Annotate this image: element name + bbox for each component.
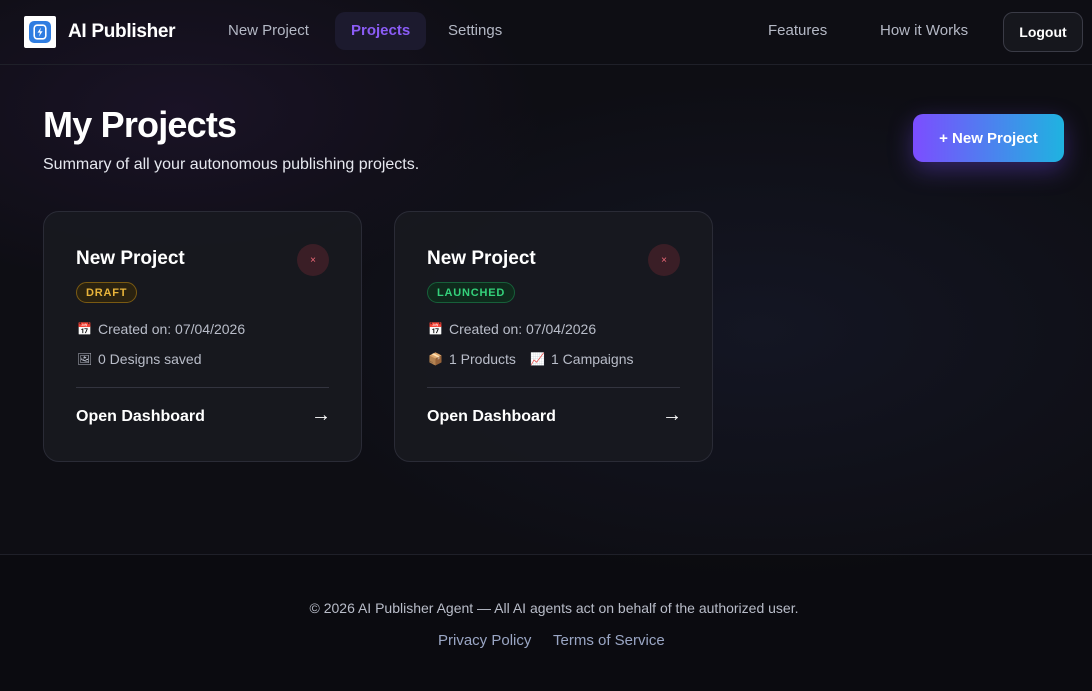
brand-name[interactable]: AI Publisher <box>68 21 176 43</box>
logout-button[interactable]: Logout <box>1003 12 1083 52</box>
open-dashboard-link[interactable]: Open Dashboard <box>76 408 205 426</box>
image-icon: 🖼 <box>77 352 93 366</box>
calendar-icon: 📅 <box>428 322 443 336</box>
open-dashboard-link[interactable]: Open Dashboard <box>427 408 556 426</box>
top-navbar: AI Publisher New Project Projects Settin… <box>0 0 1092 65</box>
designs-stat: 🖼 0 Designs saved <box>77 351 202 367</box>
delete-project-button[interactable]: × <box>648 244 680 276</box>
logo[interactable] <box>24 16 56 48</box>
delete-project-button[interactable]: × <box>297 244 329 276</box>
footer: © 2026 AI Publisher Agent — All AI agent… <box>0 554 1092 691</box>
campaigns-stat-text: 1 Campaigns <box>551 351 634 367</box>
page: AI Publisher New Project Projects Settin… <box>0 0 1092 691</box>
created-date: 📅 Created on: 07/04/2026 <box>77 321 245 337</box>
new-project-button[interactable]: + New Project <box>913 114 1064 162</box>
page-subtitle: Summary of all your autonomous publishin… <box>43 156 420 173</box>
terms-of-service-link[interactable]: Terms of Service <box>553 632 665 649</box>
copyright-text: © 2026 AI Publisher Agent — All AI agent… <box>309 600 799 616</box>
page-title: My Projects <box>43 104 237 145</box>
campaigns-stat: 📈 1 Campaigns <box>530 351 634 367</box>
created-date-text: Created on: 07/04/2026 <box>449 321 597 337</box>
created-date: 📅 Created on: 07/04/2026 <box>428 321 596 337</box>
created-date-text: Created on: 07/04/2026 <box>98 321 246 337</box>
nav-features[interactable]: Features <box>752 12 843 50</box>
arrow-right-icon[interactable]: → <box>662 404 682 427</box>
project-name: New Project <box>427 248 536 269</box>
status-badge: LAUNCHED <box>427 282 516 303</box>
products-stat-text: 1 Products <box>449 351 516 367</box>
close-icon: × <box>661 254 667 266</box>
nav-projects[interactable]: Projects <box>335 12 427 50</box>
arrow-right-icon[interactable]: → <box>311 404 331 427</box>
nav-how-it-works[interactable]: How it Works <box>864 12 984 50</box>
products-stat: 📦 1 Products <box>428 351 516 367</box>
card-divider <box>76 387 329 388</box>
nav-settings[interactable]: Settings <box>432 12 518 50</box>
project-name: New Project <box>76 248 185 269</box>
project-card[interactable]: New Project × DRAFT 📅 Created on: 07/04/… <box>43 211 362 462</box>
lightning-icon <box>29 21 51 43</box>
status-badge: DRAFT <box>76 282 138 303</box>
privacy-policy-link[interactable]: Privacy Policy <box>438 632 531 649</box>
project-card[interactable]: New Project × LAUNCHED 📅 Created on: 07/… <box>394 211 713 462</box>
card-divider <box>427 387 680 388</box>
calendar-icon: 📅 <box>77 322 92 336</box>
nav-new-project[interactable]: New Project <box>212 12 325 50</box>
close-icon: × <box>310 254 316 266</box>
chart-icon: 📈 <box>530 352 545 366</box>
package-icon: 📦 <box>428 352 443 366</box>
designs-stat-text: 0 Designs saved <box>98 351 202 367</box>
